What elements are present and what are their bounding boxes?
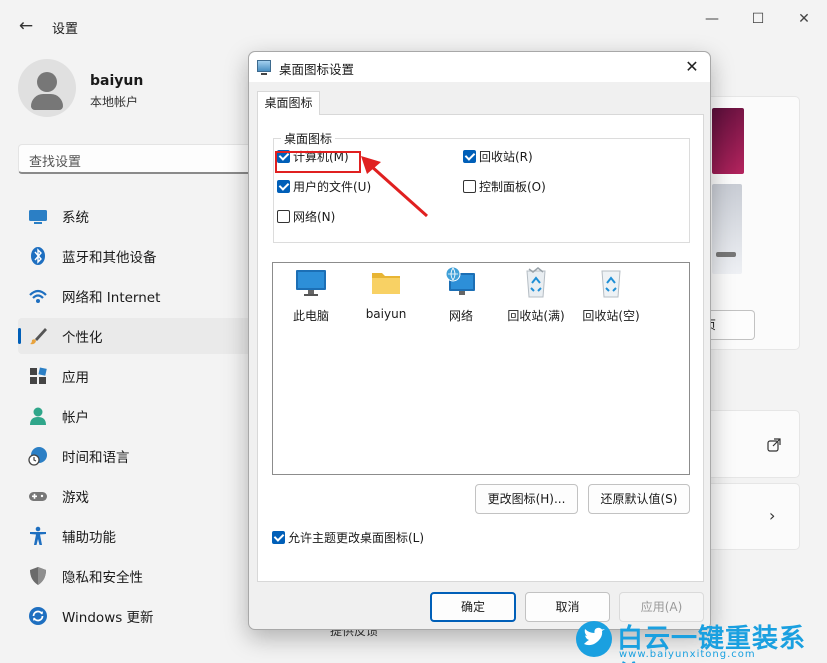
search-placeholder: 查找设置	[29, 155, 82, 170]
sidebar-item-bluetooth[interactable]: 蓝牙和其他设备	[18, 238, 253, 274]
person-icon	[28, 406, 48, 426]
theme-thumbnail[interactable]	[712, 184, 742, 274]
sidebar-item-label: 游戏	[62, 490, 89, 506]
user-name: baiyun	[90, 73, 144, 89]
list-item-this-pc[interactable]: 此电脑	[279, 267, 343, 324]
checkbox-allow-themes-box[interactable]	[272, 531, 285, 544]
twitter-bird-logo-icon	[576, 621, 612, 657]
watermark-url: www.baiyunxitong.com	[619, 649, 756, 660]
sidebar-item-label: 辅助功能	[62, 530, 116, 546]
checkbox-control-panel-box[interactable]	[463, 180, 476, 193]
avatar[interactable]	[18, 59, 76, 117]
sidebar-item-system[interactable]: 系统	[18, 198, 253, 234]
sidebar-nav: 系统 蓝牙和其他设备 网络和 Internet 个性化 应用 帐户 时间和语言	[18, 198, 253, 638]
external-link-icon	[767, 438, 781, 452]
red-arrow-annotation	[361, 156, 428, 218]
sidebar-item-label: 时间和语言	[62, 450, 130, 466]
dialog-title: 桌面图标设置	[279, 62, 355, 77]
close-button[interactable]: ✕	[781, 8, 827, 30]
brush-icon	[28, 326, 48, 346]
sidebar-item-network[interactable]: 网络和 Internet	[18, 278, 253, 314]
update-icon	[28, 606, 48, 626]
list-item-network[interactable]: 网络	[429, 266, 493, 324]
change-icon-button[interactable]: 更改图标(H)...	[475, 484, 578, 514]
sidebar-item-label: 帐户	[62, 410, 89, 426]
tab-desktop-icons[interactable]: 桌面图标	[257, 91, 320, 115]
icon-preview-list[interactable]: 此电脑 baiyun 网络 回收站(满) 回收站(空)	[272, 262, 690, 475]
checkbox-recycle-bin[interactable]: 回收站(R)	[463, 148, 533, 165]
maximize-button[interactable]: ☐	[735, 8, 781, 30]
sidebar-item-time-language[interactable]: 时间和语言	[18, 438, 253, 474]
recycle-bin-empty-icon	[595, 267, 627, 299]
watermark: 白云一键重装系统 www.baiyunxitong.com	[575, 618, 825, 663]
sidebar-item-personalization[interactable]: 个性化	[18, 318, 253, 354]
sidebar-item-label: 系统	[62, 210, 89, 226]
computer-icon	[295, 267, 327, 299]
group-label: 桌面图标	[281, 130, 336, 147]
gamepad-icon	[28, 486, 48, 506]
app-title: 设置	[52, 22, 79, 37]
checkbox-recycle-bin-box[interactable]	[463, 150, 476, 163]
sidebar-item-label: 网络和 Internet	[62, 290, 161, 306]
icon-label: 回收站(满)	[507, 309, 565, 323]
checkbox-network[interactable]: 网络(N)	[277, 208, 335, 225]
thumbnail-bar	[716, 252, 736, 257]
title-bar: ← 设置 — ☐ ✕	[0, 0, 827, 48]
list-item-recycle-bin-empty[interactable]: 回收站(空)	[579, 267, 643, 324]
sidebar-item-label: 应用	[62, 370, 89, 386]
icon-label: 回收站(空)	[582, 309, 640, 323]
dialog-title-bar: 桌面图标设置 ✕	[249, 52, 710, 82]
checkbox-control-panel-label: 控制面板(O)	[479, 180, 546, 194]
sidebar-item-label: 隐私和安全性	[62, 570, 143, 586]
sidebar-item-accounts[interactable]: 帐户	[18, 398, 253, 434]
checkbox-control-panel[interactable]: 控制面板(O)	[463, 178, 546, 195]
globe-clock-icon	[28, 446, 48, 466]
sidebar-item-label: 个性化	[62, 330, 103, 346]
folder-icon	[370, 267, 402, 299]
desktop-settings-icon	[257, 60, 271, 75]
checkbox-network-box[interactable]	[277, 210, 290, 223]
icon-label: 网络	[448, 309, 473, 323]
sidebar-item-accessibility[interactable]: 辅助功能	[18, 518, 253, 554]
wallpaper-thumbnail[interactable]	[712, 108, 744, 174]
wifi-icon	[28, 286, 48, 306]
monitor-icon	[28, 206, 48, 226]
icon-label: 此电脑	[292, 309, 329, 323]
account-type: 本地帐户	[90, 95, 139, 109]
checkbox-recycle-bin-label: 回收站(R)	[479, 150, 533, 164]
avatar-body	[31, 94, 63, 110]
avatar-head	[37, 72, 57, 92]
related-settings-card[interactable]	[700, 410, 800, 478]
chevron-right-icon: ›	[769, 506, 776, 525]
checkbox-allow-themes-label: 允许主题更改桌面图标(L)	[288, 531, 425, 545]
sidebar-item-label: 蓝牙和其他设备	[62, 250, 157, 266]
ok-button[interactable]: 确定	[430, 592, 516, 622]
recycle-bin-full-icon	[520, 267, 552, 299]
search-input[interactable]: 查找设置	[18, 144, 253, 174]
checkbox-network-label: 网络(N)	[293, 210, 336, 224]
dialog-close-button[interactable]: ✕	[682, 57, 702, 77]
checkbox-user-files-box[interactable]	[277, 180, 290, 193]
sidebar-item-windows-update[interactable]: Windows 更新	[18, 598, 253, 634]
sidebar-item-label: Windows 更新	[62, 610, 154, 626]
sidebar-item-privacy[interactable]: 隐私和安全性	[18, 558, 253, 594]
checkbox-allow-themes[interactable]: 允许主题更改桌面图标(L)	[272, 529, 424, 546]
icon-label: baiyun	[365, 307, 407, 321]
desktop-icon-settings-card[interactable]: ›	[700, 483, 800, 550]
list-item-recycle-bin-full[interactable]: 回收站(满)	[504, 267, 568, 324]
tab-panel: 桌面图标 计算机(M) 回收站(R) 用户的文件(U) 控制面板(O) 网络(N…	[257, 114, 704, 582]
sidebar-item-apps[interactable]: 应用	[18, 358, 253, 394]
network-icon	[445, 266, 477, 299]
list-item-user-folder[interactable]: baiyun	[354, 267, 418, 321]
sidebar-item-gaming[interactable]: 游戏	[18, 478, 253, 514]
shield-icon	[28, 566, 48, 586]
desktop-icon-settings-dialog: 桌面图标设置 ✕ 桌面图标 桌面图标 计算机(M) 回收站(R) 用户的文件(U…	[248, 51, 711, 630]
accessibility-icon	[28, 526, 48, 546]
apps-icon	[28, 366, 48, 386]
restore-default-button[interactable]: 还原默认值(S)	[588, 484, 690, 514]
minimize-button[interactable]: —	[689, 8, 735, 30]
bluetooth-icon	[28, 246, 48, 266]
back-button[interactable]: ←	[14, 14, 38, 38]
